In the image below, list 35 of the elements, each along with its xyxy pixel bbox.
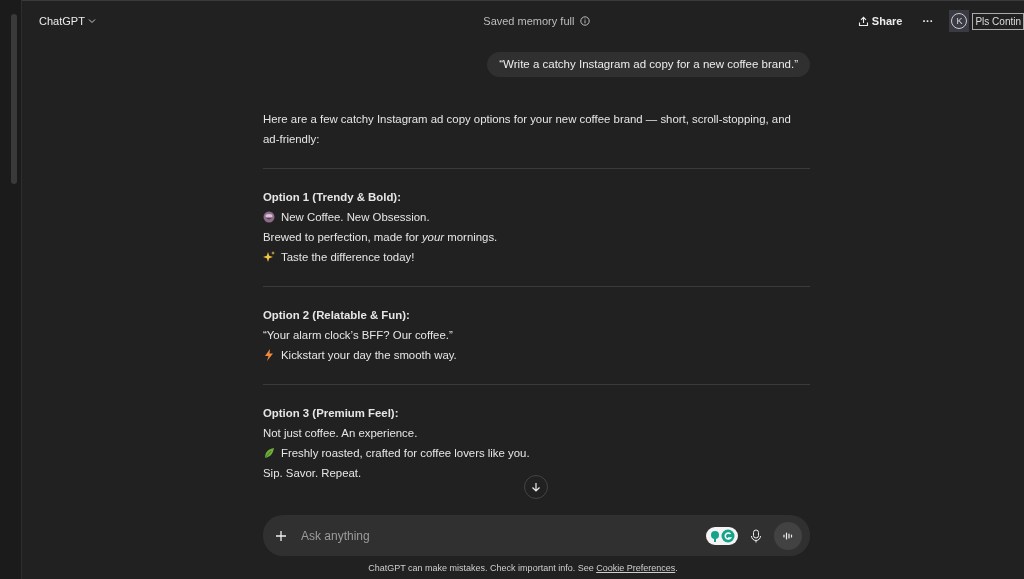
option-heading: Option 1 (Trendy & Bold): [263,190,402,206]
ad-copy-line: Not just coffee. An experience. [263,426,418,442]
chevron-down-icon [87,17,96,25]
ad-copy-line: Taste the difference today! [281,250,415,266]
ad-copy-line: New Coffee. New Obsession. [281,210,430,226]
ad-copy-line: Kickstart your day the smooth way. [281,348,457,364]
voice-waveform-icon [782,530,794,541]
message-input[interactable]: Ask anything [299,525,700,546]
lightning-icon [263,349,275,362]
memory-notice: Saved memory full [483,13,575,29]
option-heading: Option 2 (Relatable & Fun): [263,308,411,324]
extension-icon[interactable] [706,526,738,545]
plus-icon[interactable] [275,529,287,542]
more-button[interactable]: ··· [918,10,938,32]
ad-copy-line: Brewed to perfection, made for your mornings. [263,230,498,246]
microphone-icon[interactable] [750,528,762,543]
coffee-cup-icon [263,211,275,224]
option-heading: Option 3 (Premium Feel): [263,406,400,422]
arrow-down-icon [530,481,542,493]
extension-label: Pls Contin [972,12,1024,30]
share-icon [857,15,869,27]
scroll-down-button[interactable] [524,475,548,499]
share-button[interactable]: Share [853,10,907,32]
scrollbar-thumb[interactable] [11,14,17,184]
disclaimer-text: ChatGPT can make mistakes. Check important info. See Cookie Preferences. [367,562,679,575]
ad-copy-line: Sip. Savor. Repeat. [263,466,362,482]
ad-copy-line: “Your alarm clock’s BFF? Our coffee.” [263,328,453,344]
info-icon[interactable] [580,16,591,26]
leaf-icon [263,447,275,460]
user-message: “Write a catchy Instagram ad copy for a new coffee brand.” [487,52,810,78]
model-selector[interactable]: ChatGPT [35,10,100,32]
voice-mode-button[interactable] [774,521,802,550]
message-composer[interactable]: Ask anything [263,515,810,556]
response-intro: Here are a few catchy Instagram ad copy options for your new coffee brand — short, scroll-stopping, and ad-friendly: [263,112,792,148]
ad-copy-line: Freshly roasted, crafted for coffee lovers like you. [281,446,530,462]
